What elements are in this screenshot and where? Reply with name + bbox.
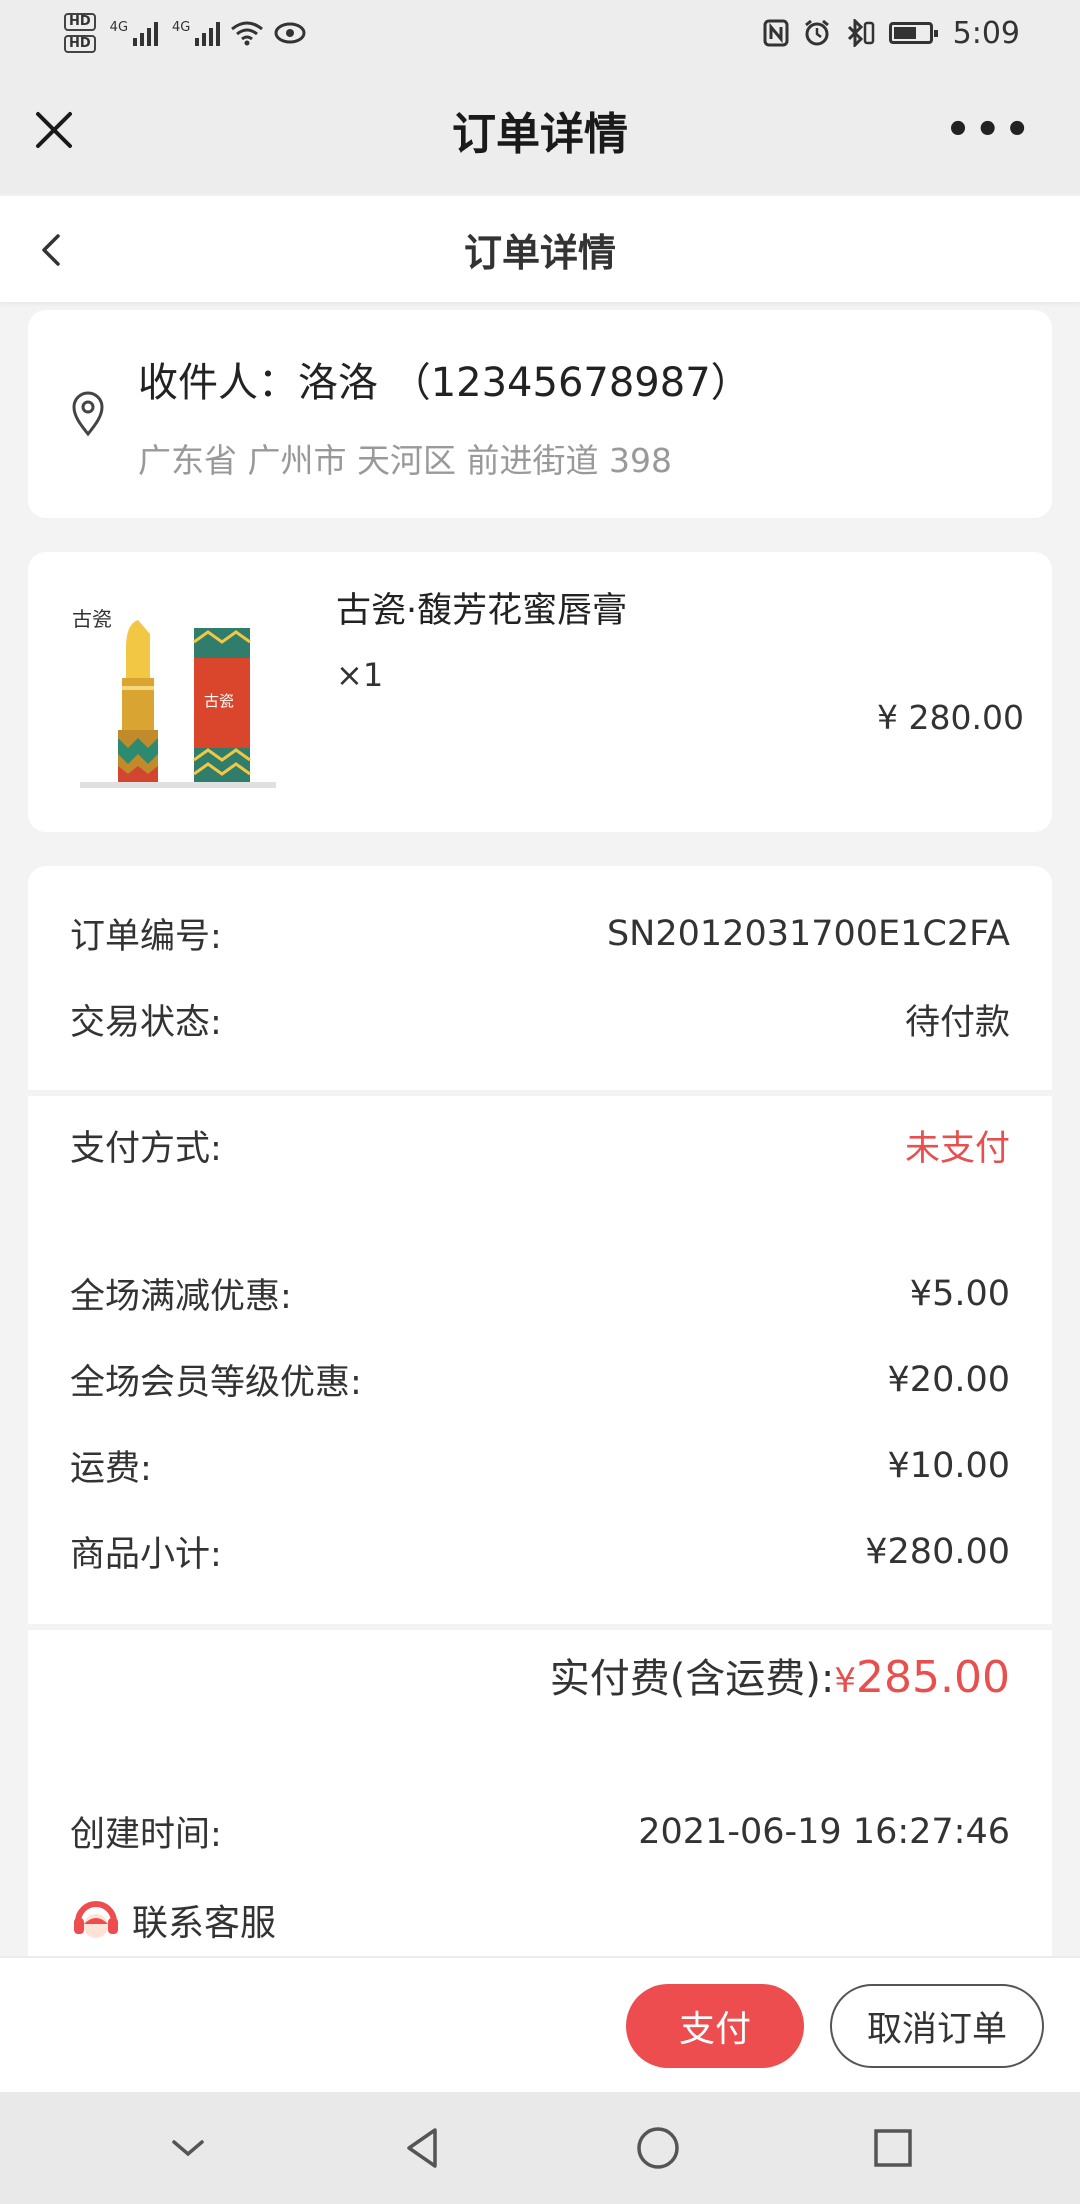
wifi-icon	[231, 21, 264, 46]
total-value: 285.00	[856, 1652, 1010, 1703]
svg-text:古瓷: 古瓷	[204, 692, 234, 710]
svg-text:古瓷: 古瓷	[72, 607, 112, 631]
trade-status-label: 交易状态:	[70, 1003, 222, 1043]
trade-status-value: 待付款	[904, 1003, 1010, 1043]
divider	[28, 1624, 1052, 1630]
trade-status-row: 交易状态: 待付款	[70, 994, 1010, 1045]
wechat-title-bar: 订单详情 •••	[0, 66, 1080, 194]
contact-service-label: 联系客服	[132, 1903, 277, 1944]
shipping-row: 运费: ¥10.00	[70, 1440, 1010, 1491]
signal-icon: 4G	[172, 20, 221, 46]
subtotal-value: ¥280.00	[865, 1531, 1010, 1572]
member-discount-value: ¥20.00	[887, 1359, 1010, 1400]
action-bar: 支付 取消订单	[0, 1956, 1080, 2092]
collapse-icon[interactable]	[158, 2118, 218, 2178]
created-time-label: 创建时间:	[70, 1815, 222, 1855]
discount-row: 全场满减优惠: ¥5.00	[70, 1268, 1010, 1319]
back-triangle-icon[interactable]	[393, 2118, 453, 2178]
divider	[28, 1090, 1052, 1096]
total-row: 实付费(含运费): ¥285.00	[550, 1646, 1010, 1704]
discount-label: 全场满减优惠:	[70, 1277, 292, 1317]
order-number-label: 订单编号:	[70, 917, 222, 957]
created-time-value: 2021-06-19 16:27:46	[638, 1811, 1010, 1852]
total-currency: ¥	[834, 1661, 857, 1701]
product-card[interactable]: 古瓷 古瓷 古瓷·馥芳花蜜唇膏 ×1 ¥ 280.00	[28, 552, 1052, 832]
total-amount: ¥285.00	[834, 1652, 1010, 1703]
product-price: ¥ 280.00	[877, 698, 1024, 737]
recents-square-icon[interactable]	[863, 2118, 923, 2178]
payment-method-value: 未支付	[904, 1129, 1010, 1169]
shipping-label: 运费:	[70, 1449, 152, 1489]
payment-method-label: 支付方式:	[70, 1129, 222, 1169]
page-title: 订单详情	[463, 230, 616, 275]
member-discount-row: 全场会员等级优惠: ¥20.00	[70, 1354, 1010, 1405]
cancel-order-button[interactable]: 取消订单	[830, 1984, 1044, 2068]
total-label: 实付费(含运费):	[549, 1656, 835, 1702]
eye-icon	[274, 22, 306, 44]
payment-method-row: 支付方式: 未支付	[70, 1120, 1010, 1171]
lipstick-product-image: 古瓷 古瓷	[68, 578, 288, 818]
address-detail: 广东省 广州市 天河区 前进街道 398	[138, 441, 672, 480]
nfc-icon	[763, 19, 789, 47]
system-nav-bar	[0, 2092, 1080, 2204]
home-circle-icon[interactable]	[628, 2118, 688, 2178]
pay-button[interactable]: 支付	[626, 1984, 804, 2068]
wechat-title: 订单详情	[452, 109, 628, 160]
signal-icon: 4G	[110, 20, 159, 46]
member-discount-label: 全场会员等级优惠:	[70, 1363, 362, 1403]
product-quantity: ×1	[336, 656, 384, 694]
subtotal-label: 商品小计:	[70, 1535, 222, 1575]
shipping-value: ¥10.00	[887, 1445, 1010, 1486]
address-card[interactable]: 收件人：洛洛 （12345678987） 广东省 广州市 天河区 前进街道 39…	[28, 310, 1052, 518]
customer-service-icon	[74, 1901, 118, 1938]
hd-badge: HD	[64, 35, 96, 53]
page-header: 订单详情	[0, 196, 1080, 302]
status-bar: HD HD 4G 4G 5:09	[0, 0, 1080, 66]
discount-value: ¥5.00	[909, 1273, 1010, 1314]
alarm-icon	[804, 19, 829, 46]
created-time-row: 创建时间: 2021-06-19 16:27:46	[70, 1806, 1010, 1857]
chevron-left-icon[interactable]	[36, 230, 66, 270]
subtotal-row: 商品小计: ¥280.00	[70, 1526, 1010, 1577]
contact-service-link[interactable]: 联系客服	[70, 1894, 276, 1946]
bluetooth-icon	[847, 19, 874, 47]
recipient-name: 收件人：洛洛 （12345678987）	[138, 360, 751, 406]
order-info-card: 订单编号: SN2012031700E1C2FA 交易状态: 待付款 支付方式:…	[28, 866, 1052, 1966]
status-time: 5:09	[952, 15, 1020, 51]
battery-icon	[888, 22, 938, 44]
order-number-row: 订单编号: SN2012031700E1C2FA	[70, 908, 1010, 959]
location-pin-icon	[72, 391, 104, 437]
product-name: 古瓷·馥芳花蜜唇膏	[336, 591, 628, 631]
more-options-icon[interactable]: •••	[945, 110, 1034, 150]
hd-badge: HD	[64, 13, 96, 31]
hd-indicators: HD HD	[64, 13, 96, 53]
close-icon[interactable]	[30, 106, 78, 154]
order-number-value: SN2012031700E1C2FA	[606, 913, 1010, 954]
